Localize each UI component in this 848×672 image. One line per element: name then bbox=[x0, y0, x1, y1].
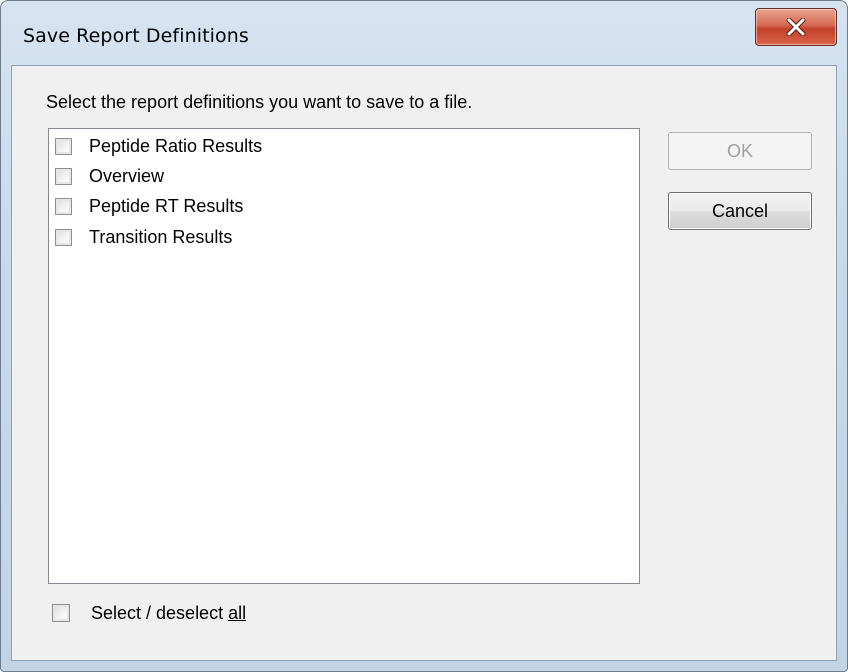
dialog-content: Select the report definitions you want t… bbox=[11, 65, 837, 661]
list-item[interactable]: Overview bbox=[55, 161, 164, 191]
instruction-label: Select the report definitions you want t… bbox=[46, 92, 473, 112]
checkbox[interactable] bbox=[55, 137, 72, 155]
window-title: Save Report Definitions bbox=[23, 25, 249, 47]
dialog-window: Save Report Definitions Select the repor… bbox=[0, 0, 848, 672]
checkbox[interactable] bbox=[52, 604, 70, 622]
select-all-mnemonic: all bbox=[228, 602, 247, 623]
cancel-button[interactable]: Cancel bbox=[668, 192, 812, 230]
list-item[interactable]: Peptide Ratio Results bbox=[55, 131, 262, 161]
select-all-label: Select / deselect all bbox=[91, 603, 246, 624]
report-definitions-list[interactable]: Peptide Ratio Results Overview Peptide R… bbox=[48, 128, 640, 584]
select-all-label-text: Select / deselect bbox=[91, 602, 229, 623]
list-item[interactable]: Peptide RT Results bbox=[55, 191, 243, 221]
list-item[interactable]: Transition Results bbox=[55, 222, 232, 252]
list-item-label: Peptide RT Results bbox=[89, 195, 244, 216]
list-item-label: Transition Results bbox=[89, 226, 233, 247]
checkbox[interactable] bbox=[55, 197, 72, 215]
close-button[interactable] bbox=[755, 8, 837, 46]
list-item-label: Overview bbox=[89, 165, 165, 186]
ok-button[interactable]: OK bbox=[668, 132, 812, 170]
close-x-icon bbox=[785, 18, 807, 36]
list-item-label: Peptide Ratio Results bbox=[89, 135, 263, 156]
select-all-checkbox[interactable]: Select / deselect all bbox=[52, 598, 246, 628]
checkbox[interactable] bbox=[55, 167, 72, 185]
checkbox[interactable] bbox=[55, 228, 72, 246]
title-bar[interactable]: Save Report Definitions bbox=[1, 1, 847, 61]
